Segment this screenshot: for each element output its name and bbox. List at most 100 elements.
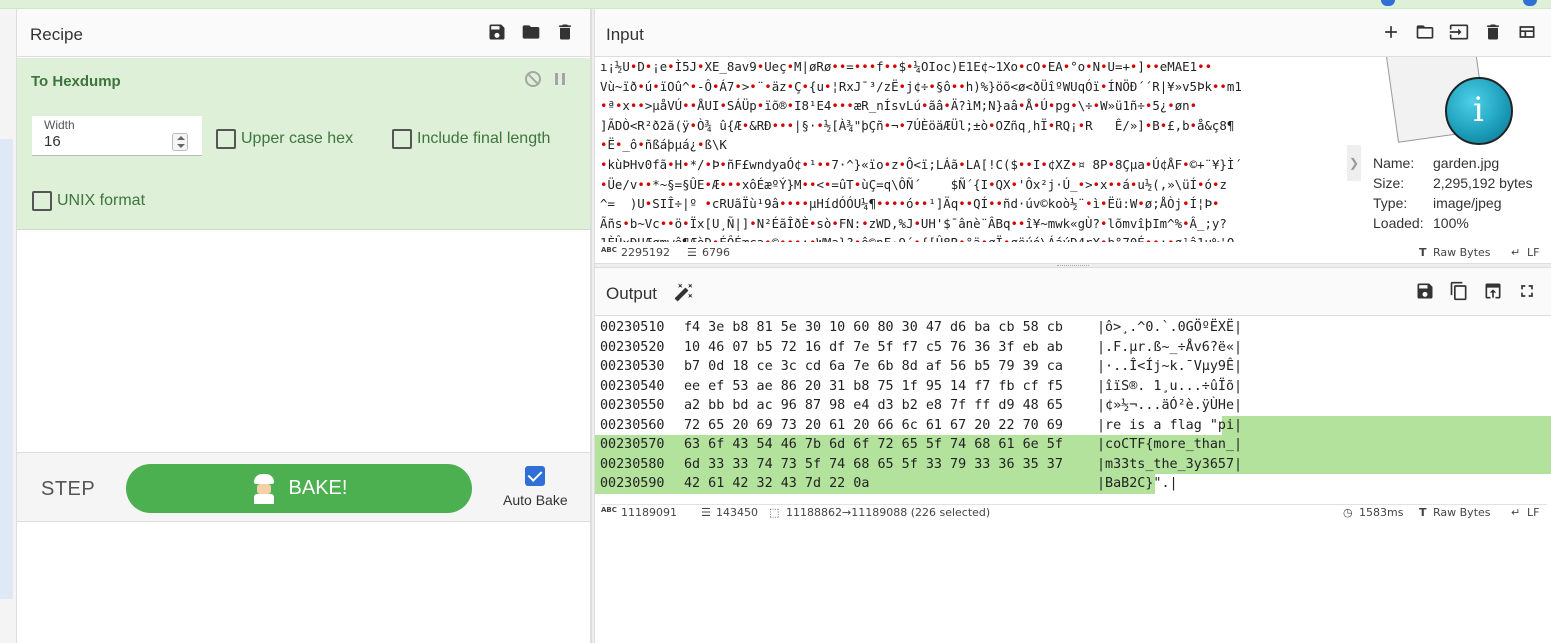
copy-icon[interactable] bbox=[1448, 280, 1470, 302]
magic-wand-icon[interactable] bbox=[673, 281, 695, 303]
hexdump-bytes: 6d 33 33 74 73 5f 74 68 65 5f 33 79 33 3… bbox=[684, 456, 1063, 472]
input-pane: Input ı¡½U•D•¡e•Ì5J•XE_8av9•Ueç•M|øRø••=… bbox=[595, 9, 1551, 263]
encoding-icon: T bbox=[1419, 246, 1427, 259]
length-icon: ABC bbox=[601, 506, 617, 514]
breakpoint-icon[interactable] bbox=[555, 73, 565, 85]
disable-icon[interactable] bbox=[525, 71, 541, 87]
unix-format-checkbox[interactable] bbox=[32, 191, 52, 211]
operations-gutter bbox=[0, 9, 17, 643]
hexdump-offset: 00230550 bbox=[600, 398, 665, 413]
file-loaded-label: Loaded: bbox=[1373, 215, 1424, 231]
open-folder-icon[interactable] bbox=[1414, 21, 1436, 43]
eol-icon: ↵ bbox=[1511, 246, 1521, 259]
unix-format-label: UNIX format bbox=[57, 192, 146, 209]
width-stepper[interactable] bbox=[172, 133, 188, 151]
input-eol[interactable]: LF bbox=[1527, 246, 1539, 259]
width-value[interactable]: 16 bbox=[44, 133, 61, 150]
input-line: ]ÃDÒ<R²ð2ã(ÿ•Ò¾ û{Æ•&RÐ•••|§·•½[À¾"þÇñ•¬… bbox=[600, 117, 1235, 133]
hexdump-bytes: 72 65 20 69 73 20 61 20 66 6c 61 67 20 2… bbox=[684, 417, 1063, 433]
step-button[interactable]: STEP bbox=[41, 478, 95, 501]
gear-icon[interactable] bbox=[1381, 0, 1395, 6]
save-icon[interactable] bbox=[486, 21, 508, 43]
help-icon[interactable] bbox=[1523, 0, 1537, 6]
input-lines: 6796 bbox=[702, 246, 730, 259]
file-loaded: 100% bbox=[1433, 215, 1469, 231]
input-header: Input bbox=[595, 9, 1551, 57]
output-title: Output bbox=[606, 284, 658, 303]
input-encoding[interactable]: Raw Bytes bbox=[1433, 246, 1491, 259]
chef-icon bbox=[251, 473, 277, 504]
output-lines: 143450 bbox=[716, 506, 758, 519]
input-length: 2295192 bbox=[621, 246, 670, 259]
hexdump-offset: 00230590 bbox=[600, 476, 665, 491]
input-line: •ª•x••>µåVÚ••ÅUI•SÁÜp•ïõ®•I8¹E4•••æR_nÍs… bbox=[600, 98, 1198, 114]
hexdump-bytes: b7 0d 18 ce 3c cd 6a 7e 6b 8d af 56 b5 7… bbox=[684, 359, 1063, 374]
input-line: Vù~ïð•ú•ïOû^•-Ô•Á7•>•¨•äz•Ç•{u•¦RxJ¯³/zË… bbox=[600, 78, 1242, 94]
input-line: ^= )U•SIÎ÷|º •cRUãÏù¹9â••••µHídÓÓU¼¶••••… bbox=[600, 196, 1220, 212]
lines-icon: ☰ bbox=[687, 246, 697, 259]
hexdump-offset: 00230580 bbox=[600, 456, 665, 472]
upper-case-hex-label: Upper case hex bbox=[241, 130, 354, 147]
chevron-right-icon[interactable]: ❯ bbox=[1347, 145, 1361, 181]
hexdump-ascii: |·..Î<Íj~k.¯Vµy9Ê| bbox=[1097, 359, 1243, 374]
recipe-header: Recipe bbox=[17, 9, 590, 57]
upper-case-hex-checkbox[interactable] bbox=[216, 129, 236, 149]
hexdump-row: 00230520 10 46 07 b5 72 16 df 7e 5f f7 c5… bbox=[595, 338, 1551, 358]
auto-bake-checkbox[interactable] bbox=[525, 466, 545, 486]
input-title: Input bbox=[606, 25, 644, 44]
maximize-icon[interactable] bbox=[1516, 280, 1538, 302]
top-strip bbox=[0, 0, 1551, 9]
replace-input-icon[interactable] bbox=[1482, 280, 1504, 302]
file-size: 2,295,192 bytes bbox=[1433, 175, 1533, 191]
file-thumbnail: i bbox=[1380, 57, 1520, 147]
input-line: ı¡½U•D•¡e•Ì5J•XE_8av9•Ueç•M|øRø••=•••f••… bbox=[600, 59, 1213, 74]
input-line: Ãñs•b~Vc••ö•Ïx[U¸Ñ|]•N²ÉãÎðÈ•sò•FN:•zWD,… bbox=[600, 215, 1227, 231]
input-textarea[interactable]: ı¡½U•D•¡e•Ì5J•XE_8av9•Ueç•M|øRø••=•••f••… bbox=[600, 57, 1348, 242]
include-final-length-checkbox[interactable] bbox=[392, 129, 412, 149]
selection-icon: ⬚ bbox=[769, 506, 780, 519]
hexdump-row: 00230560 72 65 20 69 73 20 61 20 66 6c 61… bbox=[595, 415, 1551, 435]
include-final-length-label: Include final length bbox=[417, 130, 551, 147]
hexdump-ascii: |.F.µr.ß~_÷Åv6?ë«| bbox=[1097, 339, 1243, 355]
hexdump-row: 00230590 42 61 42 32 43 7d 22 0a |BaB2C}".… bbox=[595, 474, 1551, 494]
hexdump-row: 00230550 a2 bb bd ac 96 87 98 e4 d3 b2 e8… bbox=[595, 396, 1551, 416]
layout-icon[interactable] bbox=[1516, 21, 1538, 43]
output-eol[interactable]: LF bbox=[1527, 506, 1539, 519]
recipe-title: Recipe bbox=[30, 25, 83, 44]
hexdump-bytes: 42 61 42 32 43 7d 22 0a bbox=[684, 476, 870, 491]
output-hexdump[interactable]: 00230510 f4 3e b8 81 5e 30 10 60 80 30 47… bbox=[595, 318, 1551, 494]
bake-button[interactable]: BAKE! bbox=[126, 464, 472, 513]
clock-icon: ◷ bbox=[1343, 506, 1353, 519]
file-name: garden.jpg bbox=[1433, 155, 1500, 171]
clear-input-icon[interactable] bbox=[1482, 21, 1504, 43]
hexdump-ascii: |ô>¸.^0.`.0GÖºËXË| bbox=[1097, 320, 1243, 335]
save-output-icon[interactable] bbox=[1414, 280, 1436, 302]
hexdump-row: 00230530 b7 0d 18 ce 3c cd 6a 7e 6b 8d af… bbox=[595, 357, 1551, 377]
add-tab-icon[interactable] bbox=[1380, 21, 1402, 43]
hexdump-ascii: |m33ts_the_3y3657| bbox=[1097, 456, 1243, 472]
operation-to-hexdump[interactable]: To Hexdump Width 16 Upper case hex Inclu… bbox=[17, 58, 590, 230]
trash-icon[interactable] bbox=[554, 21, 576, 43]
input-line: 1ÈÛ×ÐUÆømwê¶ÆòD•ÉÔÉæca•©•••:•WMa}?•ô©nF·… bbox=[600, 233, 1348, 242]
hexdump-row: 00230570 63 6f 43 54 46 7b 6d 6f 72 65 5f… bbox=[595, 435, 1551, 455]
open-file-icon[interactable] bbox=[1448, 21, 1470, 43]
width-field[interactable]: Width 16 bbox=[32, 116, 202, 156]
output-encoding[interactable]: Raw Bytes bbox=[1433, 506, 1491, 519]
hexdump-ascii: |re is a flag "pi| bbox=[1097, 417, 1243, 433]
hexdump-ascii: |coCTF{more_than_| bbox=[1097, 437, 1243, 452]
eol-icon: ↵ bbox=[1511, 506, 1521, 519]
folder-icon[interactable] bbox=[520, 21, 542, 43]
hexdump-offset: 00230520 bbox=[600, 339, 665, 355]
output-length: 11189091 bbox=[621, 506, 677, 519]
input-line: •kùÞHv0fã•H•*/•Þ•ñF£wndyaÓ¢•¹••7·^}«ïo•z… bbox=[600, 156, 1242, 172]
hexdump-row: 00230580 6d 33 33 74 73 5f 74 68 65 5f 33… bbox=[595, 454, 1551, 474]
bake-time: 1583ms bbox=[1359, 506, 1404, 519]
hexdump-bytes: f4 3e b8 81 5e 30 10 60 80 30 47 d6 ba c… bbox=[684, 320, 1063, 335]
output-pane: Output 00230510 f4 3e b8 81 5e 30 10 60 8… bbox=[595, 268, 1551, 643]
encoding-icon: T bbox=[1419, 506, 1427, 519]
output-header: Output bbox=[595, 268, 1551, 316]
auto-bake-label: Auto Bake bbox=[503, 492, 568, 508]
bake-bar: STEP BAKE! Auto Bake bbox=[17, 452, 590, 522]
hexdump-bytes: ee ef 53 ae 86 20 31 b8 75 1f 95 14 f7 f… bbox=[684, 378, 1063, 394]
hexdump-offset: 00230540 bbox=[600, 378, 665, 394]
